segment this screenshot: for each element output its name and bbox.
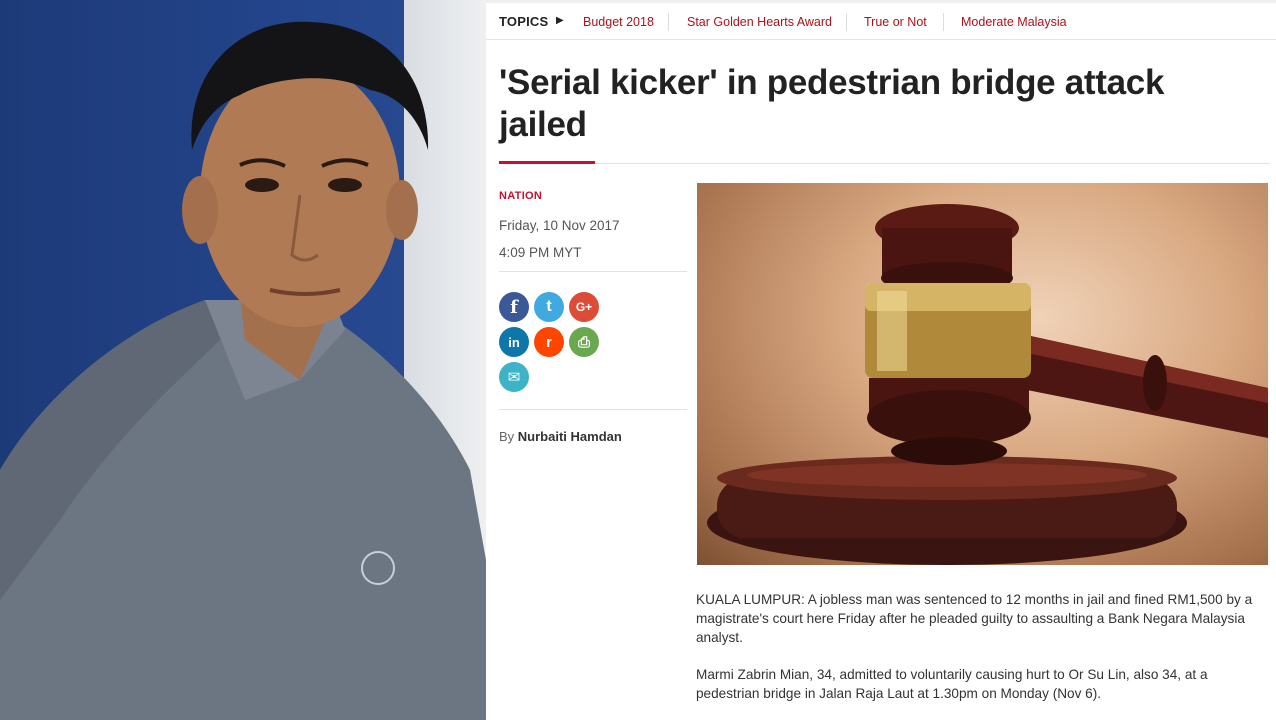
headline-divider bbox=[595, 163, 1270, 164]
topic-separator bbox=[943, 13, 944, 31]
twitter-share-icon[interactable]: t bbox=[534, 292, 564, 322]
topic-link-star-golden-hearts-award[interactable]: Star Golden Hearts Award bbox=[687, 15, 832, 29]
byline-prefix: By bbox=[499, 429, 515, 444]
byline: By Nurbaiti Hamdan bbox=[499, 429, 622, 444]
topics-bar: TOPICS ▶ Budget 2018 Star Golden Hearts … bbox=[486, 0, 1276, 40]
share-divider bbox=[499, 409, 687, 410]
linkedin-share-icon[interactable]: in bbox=[499, 327, 529, 357]
publish-date: Friday, 10 Nov 2017 bbox=[499, 218, 620, 233]
meta-divider bbox=[499, 271, 687, 272]
article-paragraph: Marmi Zabrin Mian, 34, admitted to volun… bbox=[696, 667, 1208, 701]
topic-link-moderate-malaysia[interactable]: Moderate Malaysia bbox=[961, 15, 1067, 29]
suspect-photo bbox=[0, 0, 486, 720]
topic-separator bbox=[846, 13, 847, 31]
topic-separator bbox=[668, 13, 669, 31]
topics-label: TOPICS bbox=[499, 14, 549, 29]
gavel-illustration bbox=[707, 204, 1268, 565]
topic-link-budget-2018[interactable]: Budget 2018 bbox=[583, 15, 654, 29]
article-headline: 'Serial kicker' in pedestrian bridge att… bbox=[499, 63, 1165, 144]
article-paragraph: KUALA LUMPUR: A jobless man was sentence… bbox=[696, 592, 1253, 645]
print-icon[interactable]: ⎙ bbox=[569, 327, 599, 357]
topics-caret-icon: ▶ bbox=[556, 15, 564, 26]
author-link[interactable]: Nurbaiti Hamdan bbox=[518, 429, 622, 444]
facebook-share-icon[interactable]: f bbox=[499, 292, 529, 322]
publish-time: 4:09 PM MYT bbox=[499, 245, 582, 260]
google-plus-share-icon[interactable]: G+ bbox=[569, 292, 599, 322]
portrait-illustration bbox=[0, 21, 486, 720]
headline-accent-rule bbox=[499, 161, 595, 164]
email-share-icon[interactable]: ✉ bbox=[499, 362, 529, 392]
topic-link-true-or-not[interactable]: True or Not bbox=[864, 15, 927, 29]
section-label[interactable]: NATION bbox=[499, 190, 542, 202]
article-panel: TOPICS ▶ Budget 2018 Star Golden Hearts … bbox=[486, 0, 1276, 720]
reddit-share-icon[interactable]: r bbox=[534, 327, 564, 357]
gavel-hero-image bbox=[697, 183, 1268, 565]
